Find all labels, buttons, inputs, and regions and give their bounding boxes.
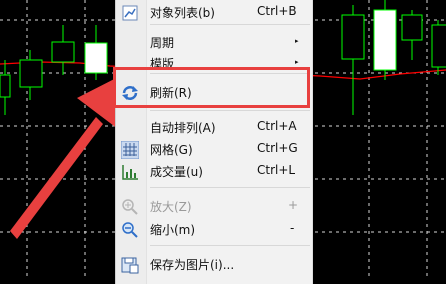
menu-separator <box>150 110 310 111</box>
menu-separator <box>150 24 310 25</box>
menu-item-label: 缩小(m) <box>150 223 196 237</box>
save-image-icon <box>121 256 139 273</box>
menu-item-save-image[interactable]: 保存为图片(i)... <box>116 253 312 275</box>
menu-item-volume[interactable]: 成交量(u) Ctrl+L <box>116 160 312 182</box>
submenu-arrow-icon: ▸ <box>295 37 299 45</box>
zoom-in-icon <box>121 198 139 215</box>
highlight-box <box>113 67 310 108</box>
menu-item-zoom-in[interactable]: 放大(Z) + <box>116 195 312 217</box>
menu-item-shortcut: - <box>290 221 295 235</box>
context-menu: 对象列表(b) Ctrl+B 周期 ▸ 模版 ▸ 刷新(R) 自动排列(A) C… <box>115 0 312 284</box>
object-list-icon <box>121 4 139 21</box>
menu-separator <box>150 245 310 246</box>
menu-item-label: 网格(G) <box>150 143 193 157</box>
menu-item-object-list[interactable]: 对象列表(b) Ctrl+B <box>116 1 312 23</box>
menu-item-shortcut: Ctrl+B <box>257 4 297 18</box>
menu-item-shortcut: Ctrl+G <box>257 141 298 155</box>
zoom-out-icon <box>121 221 139 238</box>
menu-item-label: 保存为图片(i)... <box>150 258 235 272</box>
submenu-arrow-icon: ▸ <box>295 58 299 66</box>
menu-item-label: 自动排列(A) <box>150 121 216 135</box>
menu-item-grid[interactable]: 网格(G) Ctrl+G <box>116 138 312 160</box>
menu-item-label: 放大(Z) <box>150 200 192 214</box>
menu-item-label: 成交量(u) <box>150 165 203 179</box>
menu-separator <box>150 187 310 188</box>
menu-item-auto-arrange[interactable]: 自动排列(A) Ctrl+A <box>116 116 312 138</box>
menu-item-shortcut: Ctrl+A <box>257 119 297 133</box>
menu-item-label: 对象列表(b) <box>150 6 215 20</box>
menu-item-shortcut: + <box>288 198 299 212</box>
volume-icon <box>121 163 139 180</box>
menu-item-zoom-out[interactable]: 缩小(m) - <box>116 218 312 240</box>
menu-item-period[interactable]: 周期 ▸ <box>116 31 312 53</box>
menu-item-label: 周期 <box>150 36 175 50</box>
grid-icon <box>121 140 139 159</box>
menu-item-shortcut: Ctrl+L <box>257 163 296 177</box>
